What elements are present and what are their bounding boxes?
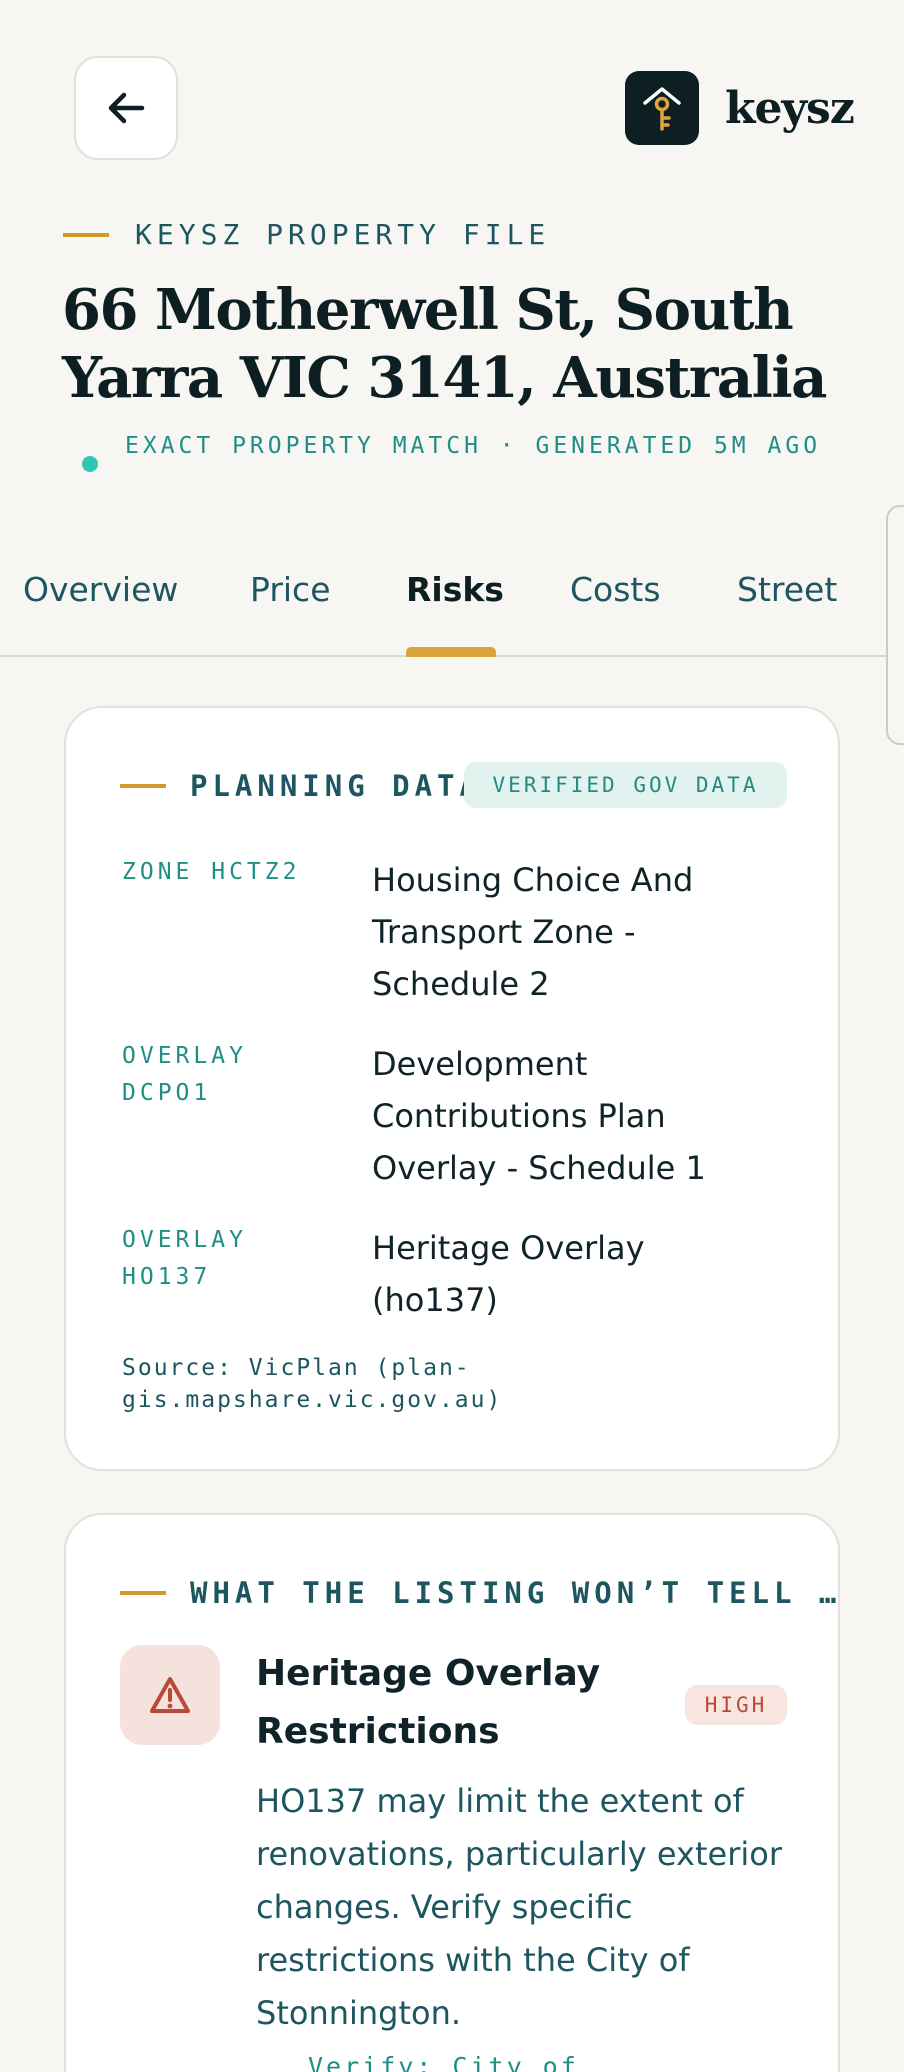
eyebrow-label: KEYSZ PROPERTY FILE — [135, 218, 551, 251]
planning-data-card: PLANNING DATA VERIFIED GOV DATA ZONE HCT… — [64, 706, 840, 1471]
tab-overview[interactable]: Overview — [23, 570, 178, 610]
source-note: Source: VicPlan (plan-gis.mapshare.vic.g… — [122, 1355, 503, 1413]
risk-description: HO137 may limit the extent of renovation… — [256, 1782, 782, 2032]
tab-price[interactable]: Price — [250, 570, 331, 610]
page-title: 66 Motherwell St, South Yarra VIC 3141, … — [62, 277, 827, 411]
risks-card-header: WHAT THE LISTING WON’T TELL … — [120, 1571, 841, 1615]
status-dot — [82, 456, 98, 472]
warning-triangle-icon — [150, 1677, 190, 1713]
risks-heading: WHAT THE LISTING WON’T TELL … — [190, 1576, 842, 1610]
accent-dash — [63, 232, 109, 237]
arrow-left-icon — [108, 92, 145, 124]
planning-row-value: Development Contributions Plan Overlay -… — [372, 1045, 706, 1187]
file-eyebrow: KEYSZ PROPERTY FILE — [63, 218, 550, 251]
risk-title: Heritage Overlay Restrictions — [256, 1653, 601, 1752]
planning-row: OVERLAY HO137 Heritage Overlay (ho137) — [122, 1222, 802, 1332]
planning-row: ZONE HCTZ2 Housing Choice And Transport … — [122, 854, 802, 1014]
planning-heading: PLANNING DATA — [190, 769, 482, 803]
verified-badge: VERIFIED GOV DATA — [464, 762, 787, 808]
planning-row-label: OVERLAY DCPO1 — [122, 1043, 247, 1106]
tab-risks[interactable]: Risks — [406, 570, 504, 610]
risk-icon-box — [120, 1645, 220, 1745]
brand-name: keysz — [725, 83, 855, 134]
tab-street[interactable]: Street — [737, 570, 837, 610]
side-drawer-handle[interactable] — [886, 505, 904, 745]
active-tab-indicator — [406, 647, 496, 657]
planning-row-value: Housing Choice And Transport Zone - Sche… — [372, 861, 694, 1003]
accent-dash — [120, 1591, 166, 1595]
tab-costs[interactable]: Costs — [570, 570, 661, 610]
top-bar: keysz — [0, 0, 904, 200]
brand-logo[interactable] — [625, 71, 699, 145]
tab-bar: Overview Price Risks Costs Street — [0, 550, 904, 657]
risks-card: WHAT THE LISTING WON’T TELL … Heritage O… — [64, 1513, 840, 2072]
severity-badge: HIGH — [685, 1685, 787, 1725]
match-status-text: EXACT PROPERTY MATCH · GENERATED 5M AGO — [125, 433, 822, 459]
planning-row-label: ZONE HCTZ2 — [122, 859, 301, 885]
risk-verify-link[interactable]: Verify: City of — [308, 2051, 788, 2072]
planning-card-header: PLANNING DATA — [120, 764, 482, 808]
planning-row-value: Heritage Overlay (ho137) — [372, 1229, 645, 1319]
planning-row-label: OVERLAY HO137 — [122, 1227, 247, 1290]
planning-row: OVERLAY DCPO1 Development Contributions … — [122, 1038, 802, 1198]
accent-dash — [120, 784, 166, 788]
house-key-icon — [643, 87, 681, 131]
back-button[interactable] — [74, 56, 178, 160]
